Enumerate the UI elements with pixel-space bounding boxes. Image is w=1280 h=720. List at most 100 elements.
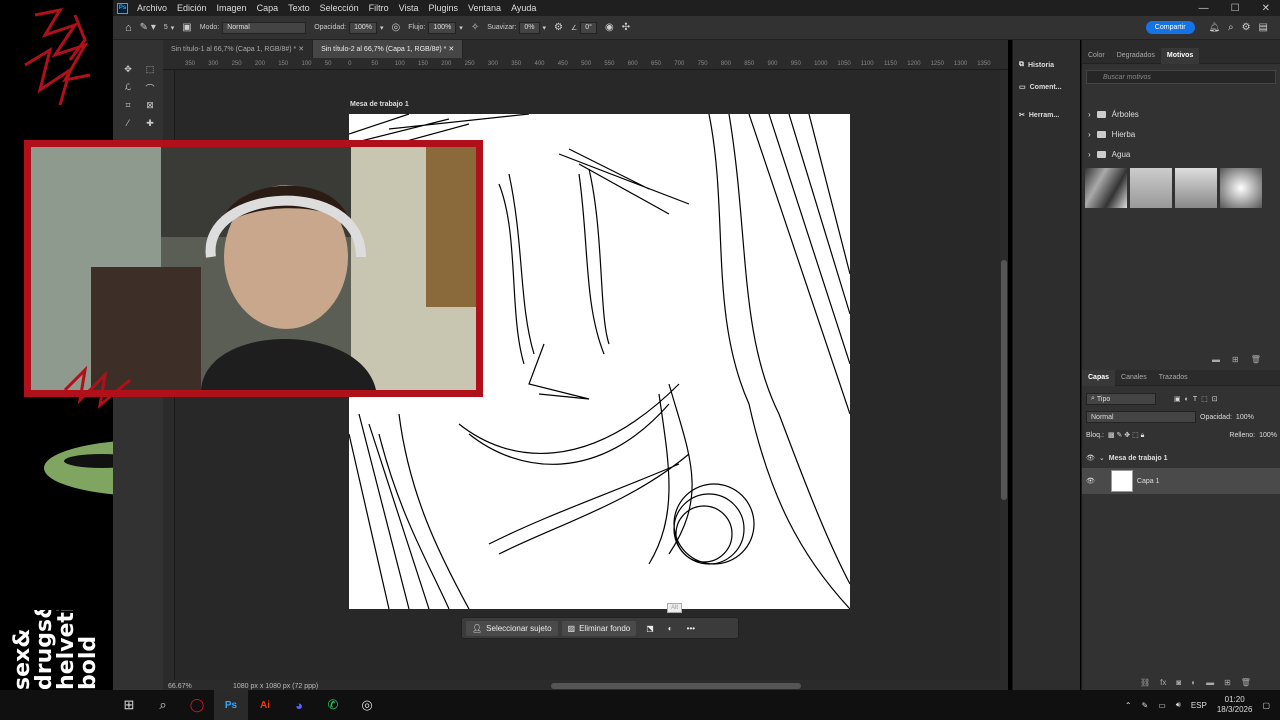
gear-icon[interactable]: ⚙ bbox=[554, 22, 563, 33]
pattern-thumbnail[interactable] bbox=[1220, 168, 1262, 208]
scroll-thumb[interactable] bbox=[1001, 260, 1007, 500]
bell-icon[interactable]: 🔔︎ bbox=[1209, 22, 1220, 33]
history-panel-button[interactable]: ⧉ Historia bbox=[1013, 54, 1080, 76]
pressure-size-icon[interactable]: ◉ bbox=[605, 22, 614, 33]
filter-adjust-icon[interactable]: ◐ bbox=[1185, 396, 1189, 403]
new-folder-icon[interactable]: ▬ bbox=[1212, 355, 1220, 364]
layer-opacity-value[interactable]: 100% bbox=[1236, 414, 1254, 421]
chevron-up-icon[interactable]: ⌃ bbox=[1125, 701, 1132, 710]
close-tab-icon[interactable]: ✕ bbox=[298, 45, 304, 53]
chevron-down-icon[interactable]: ⌄ bbox=[1099, 454, 1105, 462]
layer-filter-select[interactable]: ⌕ Tipo bbox=[1086, 393, 1156, 405]
marquee-tool-icon[interactable]: ⬚ bbox=[143, 64, 157, 78]
select-subject-button[interactable]: 👤︎ Seleccionar sujeto bbox=[466, 620, 558, 636]
frame-tool-icon[interactable]: ⊠ bbox=[143, 100, 157, 114]
pen-icon[interactable]: ✎ bbox=[1142, 701, 1149, 710]
notification-icon[interactable]: ▢ bbox=[1262, 701, 1270, 710]
tab-paths[interactable]: Trazados bbox=[1153, 370, 1194, 386]
menu-plugins[interactable]: Plugins bbox=[424, 3, 464, 13]
folder-grass[interactable]: › Hierba bbox=[1082, 124, 1280, 144]
filter-type-icon[interactable]: T bbox=[1193, 396, 1197, 403]
search-icon[interactable]: ⌕ bbox=[146, 690, 180, 720]
whatsapp-icon[interactable]: ✆ bbox=[316, 690, 350, 720]
brush-settings-icon[interactable]: ▣ bbox=[182, 22, 191, 33]
discord-icon[interactable]: ◕ bbox=[282, 690, 316, 720]
tab-layers[interactable]: Capas bbox=[1082, 369, 1116, 386]
trash-icon[interactable]: 🗑︎ bbox=[1251, 355, 1261, 364]
workspace-icon[interactable]: ▤ bbox=[1259, 22, 1268, 33]
document-size[interactable]: 1080 px x 1080 px (72 ppp) bbox=[233, 683, 318, 690]
healing-brush-icon[interactable]: ✚ bbox=[143, 118, 157, 132]
transform-icon[interactable]: ⬔ bbox=[646, 624, 654, 633]
crop-tool-icon[interactable]: ⌗ bbox=[121, 100, 135, 114]
tab-document-1[interactable]: Sin título-1 al 66,7% (Capa 1, RGB/8#) *… bbox=[163, 40, 314, 58]
menu-archivo[interactable]: Archivo bbox=[132, 3, 172, 13]
mask-icon[interactable]: ◐ bbox=[668, 624, 673, 633]
horizontal-scrollbar[interactable] bbox=[551, 683, 801, 689]
new-layer-icon[interactable]: ⊞ bbox=[1224, 678, 1231, 687]
tab-gradients[interactable]: Degradados bbox=[1111, 48, 1161, 64]
lasso-tool-icon[interactable]: ℒ bbox=[121, 82, 135, 96]
maximize-icon[interactable]: ☐ bbox=[1231, 3, 1240, 14]
adjustment-icon[interactable]: ◐ bbox=[1191, 678, 1196, 687]
pattern-thumbnail[interactable] bbox=[1130, 168, 1172, 208]
fx-icon[interactable]: fx bbox=[1160, 678, 1166, 687]
more-options-icon[interactable]: ••• bbox=[687, 624, 695, 633]
folder-water[interactable]: › Agua bbox=[1082, 144, 1280, 164]
windows-start-icon[interactable]: ⊞ bbox=[112, 690, 146, 720]
layer-group-row[interactable]: 👁︎ ⌄ Mesa de trabajo 1 bbox=[1082, 448, 1280, 468]
tools-panel-button[interactable]: ✂ Herram... bbox=[1013, 104, 1080, 126]
menu-imagen[interactable]: Imagen bbox=[212, 3, 252, 13]
filter-shape-icon[interactable]: ⬚ bbox=[1201, 395, 1208, 403]
obs-icon[interactable]: ◎ bbox=[350, 690, 384, 720]
folder-trees[interactable]: › Árboles bbox=[1082, 104, 1280, 124]
lock-icons[interactable]: ▩ ✎ ✥ ⬚ 🔒︎ bbox=[1108, 431, 1144, 440]
symmetry-icon[interactable]: ✣ bbox=[622, 22, 630, 33]
menu-filtro[interactable]: Filtro bbox=[364, 3, 394, 13]
quick-select-icon[interactable]: ⌒ bbox=[143, 82, 157, 96]
group-icon[interactable]: ▬ bbox=[1206, 678, 1214, 687]
share-button[interactable]: Compartir bbox=[1145, 21, 1195, 34]
menu-texto[interactable]: Texto bbox=[283, 3, 315, 13]
opera-icon[interactable]: ◯ bbox=[180, 690, 214, 720]
flow-field[interactable]: 100% bbox=[428, 21, 457, 34]
illustrator-taskbar-icon[interactable]: Ai bbox=[248, 690, 282, 720]
photoshop-taskbar-icon[interactable]: Ps bbox=[214, 690, 248, 720]
menu-capa[interactable]: Capa bbox=[252, 3, 284, 13]
vertical-scrollbar[interactable] bbox=[1000, 70, 1008, 680]
pattern-thumbnail[interactable] bbox=[1175, 168, 1217, 208]
settings-icon[interactable]: ⚙ bbox=[1242, 22, 1251, 33]
mask-add-icon[interactable]: ◙ bbox=[1176, 678, 1181, 687]
brush-size-preset[interactable]: 5 ▾ bbox=[164, 24, 174, 32]
new-pattern-icon[interactable]: ⊞ bbox=[1232, 355, 1239, 364]
close-icon[interactable]: ✕ bbox=[1262, 3, 1270, 14]
menu-ayuda[interactable]: Ayuda bbox=[506, 3, 541, 13]
filter-smart-icon[interactable]: ⊡ bbox=[1212, 395, 1218, 403]
menu-vista[interactable]: Vista bbox=[394, 3, 424, 13]
opacity-field[interactable]: 100% bbox=[349, 21, 378, 34]
home-icon[interactable]: ⌂ bbox=[125, 22, 132, 34]
trash-icon[interactable]: 🗑︎ bbox=[1241, 678, 1251, 687]
fill-value[interactable]: 100% bbox=[1259, 432, 1277, 439]
menu-ventana[interactable]: Ventana bbox=[463, 3, 506, 13]
layer-row-selected[interactable]: 👁︎ Capa 1 bbox=[1082, 468, 1280, 494]
airbrush-icon[interactable]: ✧ bbox=[471, 22, 479, 33]
artboard-label[interactable]: Mesa de trabajo 1 bbox=[350, 101, 409, 108]
tab-channels[interactable]: Canales bbox=[1115, 370, 1153, 386]
smooth-field[interactable]: 0% bbox=[519, 21, 540, 34]
filter-pixel-icon[interactable]: ▣ bbox=[1174, 395, 1181, 403]
move-tool-icon[interactable]: ✥ bbox=[121, 64, 135, 78]
remove-background-button[interactable]: ▨ Eliminar fondo bbox=[561, 620, 637, 636]
search-icon[interactable]: ⌕ bbox=[1228, 22, 1234, 33]
network-icon[interactable]: ▭ bbox=[1158, 701, 1166, 710]
mode-select[interactable]: Normal bbox=[222, 21, 307, 34]
angle-field[interactable]: 0° bbox=[580, 21, 597, 34]
menu-edicion[interactable]: Edición bbox=[172, 3, 212, 13]
menu-seleccion[interactable]: Selección bbox=[315, 3, 364, 13]
eye-icon[interactable]: 👁︎ bbox=[1086, 477, 1095, 485]
tab-color[interactable]: Color bbox=[1082, 48, 1111, 64]
minimize-icon[interactable]: — bbox=[1199, 3, 1209, 14]
language-indicator[interactable]: ESP bbox=[1191, 701, 1207, 710]
eye-icon[interactable]: 👁︎ bbox=[1086, 454, 1095, 462]
zoom-level[interactable]: 66.67% bbox=[168, 683, 233, 690]
